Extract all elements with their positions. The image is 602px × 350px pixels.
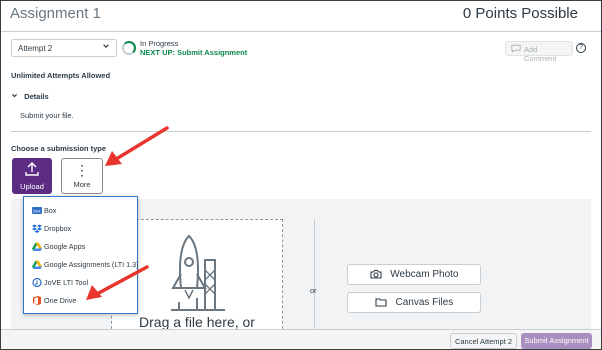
next-up-label: NEXT UP: Submit Assignment — [140, 48, 248, 57]
more-vertical-icon: ⋮ — [75, 162, 89, 178]
attempt-status: In Progress NEXT UP: Submit Assignment — [140, 39, 247, 57]
menu-item-dropbox[interactable]: Dropbox — [32, 222, 71, 234]
webcam-photo-button[interactable]: Webcam Photo — [347, 264, 481, 285]
divider — [314, 219, 315, 329]
help-icon[interactable]: ? — [576, 43, 586, 53]
details-text: Submit your file. — [20, 111, 74, 120]
rocket-illustration-icon — [171, 234, 225, 311]
canvas-files-button[interactable]: Canvas Files — [347, 292, 481, 313]
dropbox-icon — [32, 224, 42, 233]
footer-bar: Cancel Attempt 2 Submit Assignment — [1, 329, 601, 349]
details-label: Details — [24, 92, 49, 101]
menu-item-label: One Drive — [44, 295, 77, 305]
canvas-files-label: Canvas Files — [395, 297, 454, 308]
details-toggle[interactable]: Details — [11, 92, 49, 101]
box-icon: box — [32, 206, 42, 214]
menu-item-label: Dropbox — [44, 223, 72, 233]
menu-item-jove[interactable]: JoVE LTI Tool — [32, 276, 88, 288]
attempts-info: Unlimited Attempts Allowed — [11, 71, 111, 80]
google-drive-icon — [32, 260, 42, 269]
status-label: In Progress — [140, 39, 179, 48]
annotation-arrow-icon — [86, 265, 149, 300]
attempt-select[interactable]: Attempt 2 — [11, 39, 117, 57]
upload-icon — [12, 162, 52, 181]
points-possible: 0 Points Possible — [462, 5, 578, 22]
menu-item-box[interactable]: box Box — [32, 204, 56, 216]
page-title: Assignment 1 — [10, 5, 101, 22]
menu-item-google-apps[interactable]: Google Apps — [32, 240, 85, 252]
webcam-photo-label: Webcam Photo — [390, 269, 459, 280]
more-button[interactable]: ⋮ More — [61, 158, 103, 194]
upload-label: Upload — [20, 182, 44, 191]
add-comment-button[interactable]: Add Comment — [505, 41, 573, 63]
cancel-attempt-button[interactable]: Cancel Attempt 2 — [450, 333, 517, 349]
folder-icon — [375, 297, 387, 310]
attempt-select-value: Attempt 2 — [18, 44, 53, 53]
add-comment-label: Add Comment — [524, 45, 557, 63]
chevron-down-icon — [11, 92, 18, 101]
camera-icon — [369, 269, 382, 282]
menu-item-label: Box — [44, 205, 57, 215]
menu-item-one-drive[interactable]: One Drive — [32, 294, 76, 306]
assignment-page: Assignment 1 0 Points Possible Attempt 2… — [0, 0, 602, 350]
drag-drop-text: Drag a file here, or — [139, 314, 255, 330]
divider — [1, 31, 601, 32]
submission-type-heading: Choose a submission type — [11, 144, 107, 153]
progress-ring-icon — [122, 41, 136, 55]
annotation-arrow-icon — [105, 126, 169, 166]
office-icon — [33, 295, 41, 305]
divider — [11, 131, 591, 132]
jove-icon — [32, 277, 42, 287]
chevron-down-icon — [102, 42, 110, 52]
more-label: More — [73, 180, 91, 189]
comment-icon — [511, 44, 521, 55]
svg-text:box: box — [33, 208, 41, 213]
submit-assignment-button[interactable]: Submit Assignment — [521, 333, 592, 349]
google-drive-icon — [32, 242, 42, 251]
upload-button[interactable]: Upload — [12, 158, 52, 194]
or-separator: or — [310, 286, 317, 295]
menu-item-label: Google Apps — [44, 241, 86, 251]
